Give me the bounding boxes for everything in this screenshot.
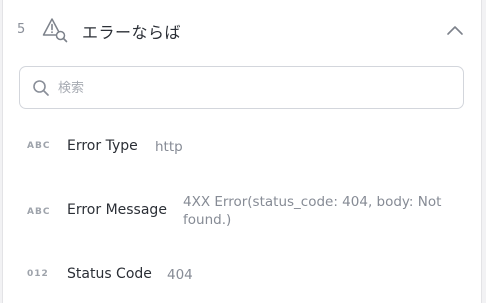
- search-icon: [32, 79, 50, 97]
- string-type-tag: ABC: [27, 141, 51, 151]
- number-type-tag: 012: [27, 269, 49, 279]
- field-value: http: [155, 139, 183, 155]
- step-header[interactable]: 5 エラーならば: [3, 0, 481, 60]
- field-row-error-message[interactable]: ABC Error Message 4XX Error(status_code:…: [3, 184, 481, 240]
- step-number: 5: [17, 22, 26, 37]
- field-value: 404: [167, 267, 193, 283]
- step-title: エラーならば: [82, 23, 182, 42]
- chevron-up-icon[interactable]: [443, 20, 467, 40]
- search-box[interactable]: [19, 66, 464, 109]
- field-name: Error Message: [67, 202, 167, 218]
- string-type-tag: ABC: [27, 207, 51, 217]
- step-panel: 5 エラーならば ABC Error: [2, 0, 482, 303]
- field-name: Error Type: [67, 138, 138, 154]
- field-row-status-code[interactable]: 012 Status Code 404: [3, 254, 481, 298]
- field-row-error-type[interactable]: ABC Error Type http: [3, 126, 481, 170]
- field-value: 4XX Error(status_code: 404, body: Not fo…: [183, 194, 442, 228]
- search-input[interactable]: [58, 75, 453, 101]
- warning-search-icon: [41, 16, 71, 44]
- field-name: Status Code: [67, 266, 152, 282]
